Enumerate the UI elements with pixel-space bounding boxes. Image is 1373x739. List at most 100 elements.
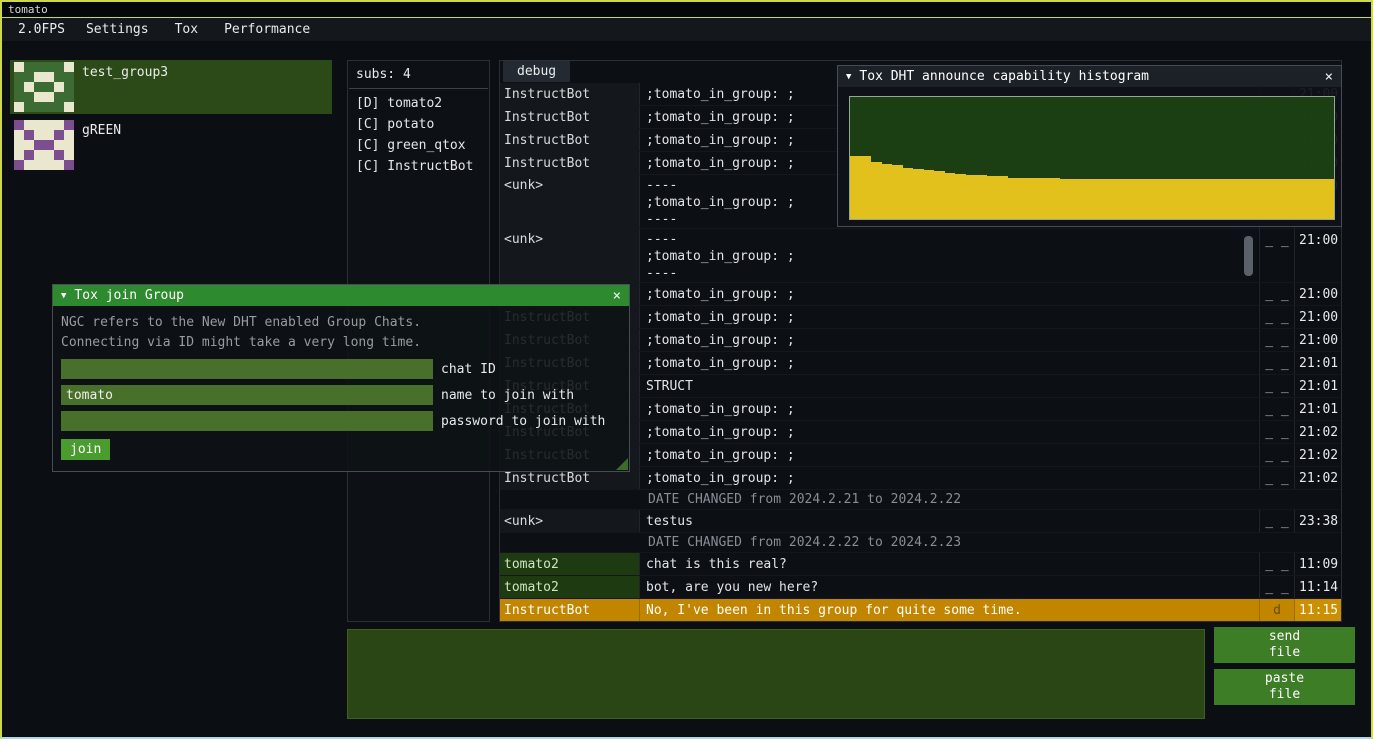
chat-message-line: ----: [646, 231, 1253, 248]
chat-message: ;tomato_in_group: ;: [640, 352, 1259, 374]
join-password-input[interactable]: [61, 411, 433, 431]
histogram-titlebar[interactable]: ▼ Tox DHT announce capability histogram …: [838, 66, 1341, 87]
chat-id-input[interactable]: [61, 359, 433, 379]
menu-settings[interactable]: Settings: [73, 22, 162, 37]
histogram-plot[interactable]: [849, 96, 1335, 220]
chat-sender: InstructBot: [500, 106, 640, 128]
histogram-bar: [1071, 179, 1082, 219]
avatar-pixel: [34, 140, 44, 150]
chat-message-line: ;tomato_in_group: ;: [646, 331, 1253, 350]
avatar-pixel: [64, 160, 74, 170]
fps-counter: 2.0FPS: [10, 22, 73, 37]
chat-message-line: testus: [646, 512, 1253, 531]
join-dialog-body: NGC refers to the New DHT enabled Group …: [53, 306, 629, 460]
chat-message: ;tomato_in_group: ;: [640, 467, 1259, 489]
histogram-bar: [1229, 179, 1240, 219]
chat-row[interactable]: tomato2chat is this real?_ _11:09: [500, 553, 1341, 576]
chat-flags: _ _: [1259, 229, 1294, 282]
chat-scrollbar[interactable]: [1244, 236, 1253, 276]
message-input[interactable]: [347, 629, 1205, 719]
join-button[interactable]: join: [61, 439, 110, 460]
avatar-pixel: [24, 102, 34, 112]
chat-timestamp: 23:38: [1294, 510, 1341, 532]
close-icon[interactable]: ×: [613, 288, 621, 304]
histogram-bar: [1134, 179, 1145, 219]
chat-sender: tomato2: [500, 553, 640, 575]
avatar-pixel: [34, 120, 44, 130]
group-list: test_group3gREEN: [10, 60, 332, 176]
subs-header: subs: 4: [348, 61, 489, 86]
group-item[interactable]: gREEN: [10, 118, 332, 172]
chat-sender: tomato2: [500, 576, 640, 598]
avatar-pixel: [64, 130, 74, 140]
histogram-bar: [1144, 179, 1155, 219]
avatar-pixel: [14, 140, 24, 150]
chat-row[interactable]: InstructBotNo, I've been in this group f…: [500, 599, 1341, 621]
avatar-pixel: [14, 160, 24, 170]
avatar-pixel: [44, 150, 54, 160]
histogram-bar: [1218, 179, 1229, 219]
avatar-pixel: [14, 150, 24, 160]
chat-flags: _ _: [1259, 398, 1294, 420]
histogram-bar: [966, 175, 977, 219]
paste-file-button[interactable]: paste file: [1214, 669, 1355, 705]
chat-message: ;tomato_in_group: ;: [640, 444, 1259, 466]
avatar-pixel: [64, 92, 74, 102]
histogram-bar: [871, 162, 882, 219]
join-name-label: name to join with: [441, 388, 574, 403]
group-avatar: [14, 120, 74, 170]
avatar-pixel: [54, 62, 64, 72]
group-item[interactable]: test_group3: [10, 60, 332, 114]
resize-grip[interactable]: [616, 458, 628, 470]
join-name-input[interactable]: [61, 385, 433, 405]
chat-timestamp: 21:00: [1294, 283, 1341, 305]
histogram-bar: [1208, 179, 1219, 219]
avatar-pixel: [44, 62, 54, 72]
subs-item[interactable]: [C] green_qtox: [348, 135, 489, 156]
chat-sender: <unk>: [500, 510, 640, 532]
chat-message-line: chat is this real?: [646, 555, 1253, 574]
chat-message: ;tomato_in_group: ;: [640, 306, 1259, 328]
avatar-pixel: [24, 160, 34, 170]
collapse-icon[interactable]: ▼: [846, 72, 851, 82]
chat-row[interactable]: tomato2bot, are you new here?_ _11:14: [500, 576, 1341, 599]
chat-row[interactable]: <unk> testus _ _23:38: [500, 510, 1341, 533]
avatar-pixel: [14, 102, 24, 112]
avatar-pixel: [64, 120, 74, 130]
menu-performance[interactable]: Performance: [211, 22, 323, 37]
avatar-pixel: [54, 82, 64, 92]
histogram-bar: [1302, 179, 1313, 219]
chat-message-line: bot, are you new here?: [646, 578, 1253, 597]
chat-message-line: ;tomato_in_group: ;: [646, 400, 1253, 419]
menubar: 2.0FPS Settings Tox Performance: [2, 18, 1371, 41]
menu-tox[interactable]: Tox: [162, 22, 211, 37]
chat-message: ----;tomato_in_group: ;----: [640, 229, 1259, 282]
collapse-icon[interactable]: ▼: [61, 291, 66, 301]
chat-message-line: ;tomato_in_group: ;: [646, 446, 1253, 465]
histogram-bar: [1102, 179, 1113, 219]
histogram-bar: [1176, 179, 1187, 219]
avatar-pixel: [64, 72, 74, 82]
avatar-pixel: [34, 82, 44, 92]
close-icon[interactable]: ×: [1325, 69, 1333, 85]
chat-row[interactable]: <unk>----;tomato_in_group: ;----_ _21:00: [500, 229, 1341, 283]
subs-item[interactable]: [C] potato: [348, 114, 489, 135]
send-file-button[interactable]: send file: [1214, 627, 1355, 663]
chat-timestamp: 21:00: [1294, 229, 1341, 282]
chat-flags: _ _: [1259, 510, 1294, 532]
chat-timestamp: 21:02: [1294, 444, 1341, 466]
chat-flags: _ _: [1259, 576, 1294, 598]
chat-message-line: ;tomato_in_group: ;: [646, 354, 1253, 373]
join-dialog-titlebar[interactable]: ▼ Tox join Group ×: [53, 285, 629, 306]
avatar-pixel: [34, 72, 44, 82]
join-name-row: name to join with: [61, 385, 621, 405]
subs-item[interactable]: [C] InstructBot: [348, 156, 489, 177]
avatar-pixel: [24, 150, 34, 160]
chat-flags: _ _: [1259, 421, 1294, 443]
date-changed-row: DATE CHANGED from 2024.2.22 to 2024.2.23: [500, 533, 1341, 553]
histogram-bar: [1271, 179, 1282, 219]
tab-debug[interactable]: debug: [503, 61, 570, 82]
histogram-bar: [1323, 179, 1334, 219]
avatar-pixel: [64, 150, 74, 160]
subs-item[interactable]: [D] tomato2: [348, 93, 489, 114]
